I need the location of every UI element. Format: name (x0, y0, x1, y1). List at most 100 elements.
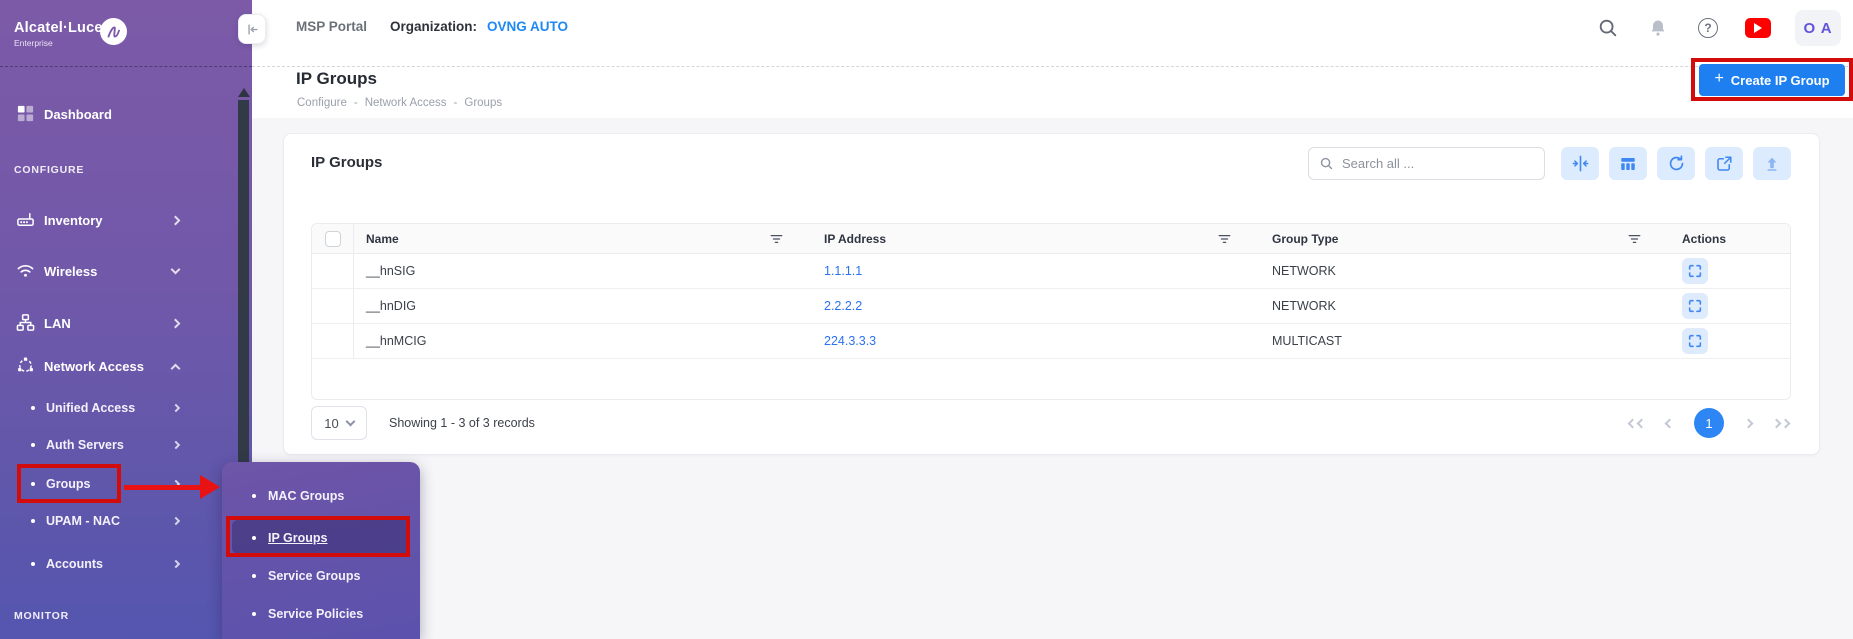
breadcrumb: Configure - Network Access - Groups (297, 97, 502, 109)
cell-group-type: NETWORK (1260, 254, 1670, 288)
pager: 1 (1629, 406, 1789, 440)
flyout-item-mac-groups[interactable]: MAC Groups (222, 484, 420, 508)
upload-button[interactable] (1753, 147, 1791, 180)
breadcrumb-configure[interactable]: Configure (297, 97, 347, 109)
bullet-icon (252, 536, 256, 540)
sidebar-item-wireless[interactable]: Wireless (0, 259, 210, 283)
chevron-right-icon (172, 517, 180, 525)
expand-icon (1687, 263, 1703, 279)
chevron-right-icon (171, 215, 181, 225)
annotation-arrow (124, 485, 202, 490)
breadcrumb-groups[interactable]: Groups (464, 97, 502, 109)
help-icon[interactable]: ? (1695, 15, 1721, 41)
flyout-item-service-policies[interactable]: Service Policies (222, 602, 420, 626)
next-page-button[interactable] (1745, 420, 1752, 427)
collapse-columns-icon (1571, 154, 1590, 173)
bullet-icon (252, 574, 256, 578)
refresh-icon (1667, 154, 1686, 173)
expand-row-button[interactable] (1682, 258, 1708, 284)
youtube-icon[interactable] (1745, 15, 1771, 41)
ip-address-link[interactable]: 2.2.2.2 (824, 299, 862, 313)
collapse-columns-button[interactable] (1561, 147, 1599, 180)
page-title: IP Groups (296, 69, 377, 89)
sidebar-item-dashboard[interactable]: Dashboard (0, 102, 210, 126)
sidebar-item-lan[interactable]: LAN (0, 311, 210, 335)
breadcrumb-separator: - (354, 97, 358, 109)
annotation-arrow-head-icon (200, 475, 220, 499)
bullet-icon (31, 519, 35, 523)
scrollbar-up-arrow[interactable] (238, 88, 250, 97)
sidebar: Alcatel·Lucent Enterprise Dashboard CONF… (0, 0, 252, 639)
pagination-summary: Showing 1 - 3 of 3 records (389, 406, 535, 440)
page-size-select[interactable]: 10 (311, 406, 367, 440)
user-avatar[interactable]: O A (1795, 10, 1841, 46)
sidebar-scrollbar-thumb[interactable] (238, 100, 249, 462)
breadcrumb-separator: - (454, 97, 458, 109)
sidebar-subitem-accounts[interactable]: Accounts (0, 552, 210, 576)
header-icon-group: ? O A (1595, 8, 1841, 48)
card-toolbar (1308, 147, 1791, 180)
bullet-icon (252, 612, 256, 616)
bullet-icon (31, 562, 35, 566)
search-icon[interactable] (1595, 15, 1621, 41)
current-page-button[interactable]: 1 (1694, 408, 1724, 438)
sidebar-item-inventory[interactable]: Inventory (0, 208, 210, 232)
chevron-down-icon (345, 416, 355, 426)
create-ip-group-button[interactable]: + Create IP Group (1699, 64, 1845, 96)
cell-name: __hnDIG (354, 289, 812, 323)
sidebar-subitem-auth-servers[interactable]: Auth Servers (0, 433, 210, 457)
ip-address-link[interactable]: 1.1.1.1 (824, 264, 862, 278)
sidebar-subitem-groups[interactable]: Groups (0, 472, 210, 496)
table-row: __hnMCIG 224.3.3.3 MULTICAST (312, 324, 1790, 359)
search-input[interactable] (1342, 156, 1534, 171)
upload-icon (1763, 155, 1781, 173)
flyout-item-service-groups[interactable]: Service Groups (222, 564, 420, 588)
sidebar-collapse-button[interactable] (238, 14, 266, 44)
chevron-right-icon (172, 404, 180, 412)
sidebar-item-network-access[interactable]: Network Access (0, 354, 210, 378)
search-icon (1319, 156, 1334, 171)
flyout-item-ip-groups[interactable]: IP Groups (222, 526, 420, 550)
brand-sub-label: Enterprise (14, 38, 53, 48)
card-title: IP Groups (311, 154, 382, 171)
bullet-icon (31, 443, 35, 447)
expand-icon (1687, 333, 1703, 349)
section-label-monitor: MONITOR (14, 610, 69, 622)
previous-page-button[interactable] (1666, 420, 1673, 427)
notifications-bell-icon[interactable] (1645, 15, 1671, 41)
refresh-button[interactable] (1657, 147, 1695, 180)
header-divider (252, 66, 1853, 67)
last-page-button[interactable] (1773, 420, 1789, 427)
expand-row-button[interactable] (1682, 293, 1708, 319)
organization-label: Organization: (390, 19, 477, 34)
cell-name: __hnSIG (354, 254, 812, 288)
select-all-checkbox[interactable] (325, 231, 341, 247)
sidebar-header-divider (0, 66, 252, 67)
columns-icon (1619, 155, 1637, 173)
expand-row-button[interactable] (1682, 328, 1708, 354)
collapse-left-icon (245, 22, 260, 37)
network-access-icon (16, 356, 36, 376)
first-page-button[interactable] (1629, 420, 1645, 427)
column-header-group-type: Group Type (1260, 224, 1670, 253)
sidebar-subitem-upam-nac[interactable]: UPAM - NAC (0, 509, 210, 533)
columns-settings-button[interactable] (1609, 147, 1647, 180)
table-row: __hnSIG 1.1.1.1 NETWORK (312, 254, 1790, 289)
brand-mark-icon (100, 18, 127, 45)
export-button[interactable] (1705, 147, 1743, 180)
breadcrumb-network-access[interactable]: Network Access (365, 97, 447, 109)
filter-icon[interactable] (769, 231, 784, 246)
section-label-configure: CONFIGURE (14, 164, 84, 176)
app-window: MSP Portal Organization: OVNG AUTO ? O A… (0, 0, 1853, 639)
sidebar-subitem-unified-access[interactable]: Unified Access (0, 396, 210, 420)
filter-icon[interactable] (1627, 231, 1642, 246)
filter-icon[interactable] (1217, 231, 1232, 246)
ip-address-link[interactable]: 224.3.3.3 (824, 334, 876, 348)
organization-value[interactable]: OVNG AUTO (487, 19, 568, 34)
table-row: __hnDIG 2.2.2.2 NETWORK (312, 289, 1790, 324)
plus-icon: + (1714, 70, 1723, 88)
expand-icon (1687, 298, 1703, 314)
ip-groups-card: IP Groups (283, 133, 1820, 455)
bullet-icon (31, 482, 35, 486)
lan-topology-icon (16, 313, 36, 333)
